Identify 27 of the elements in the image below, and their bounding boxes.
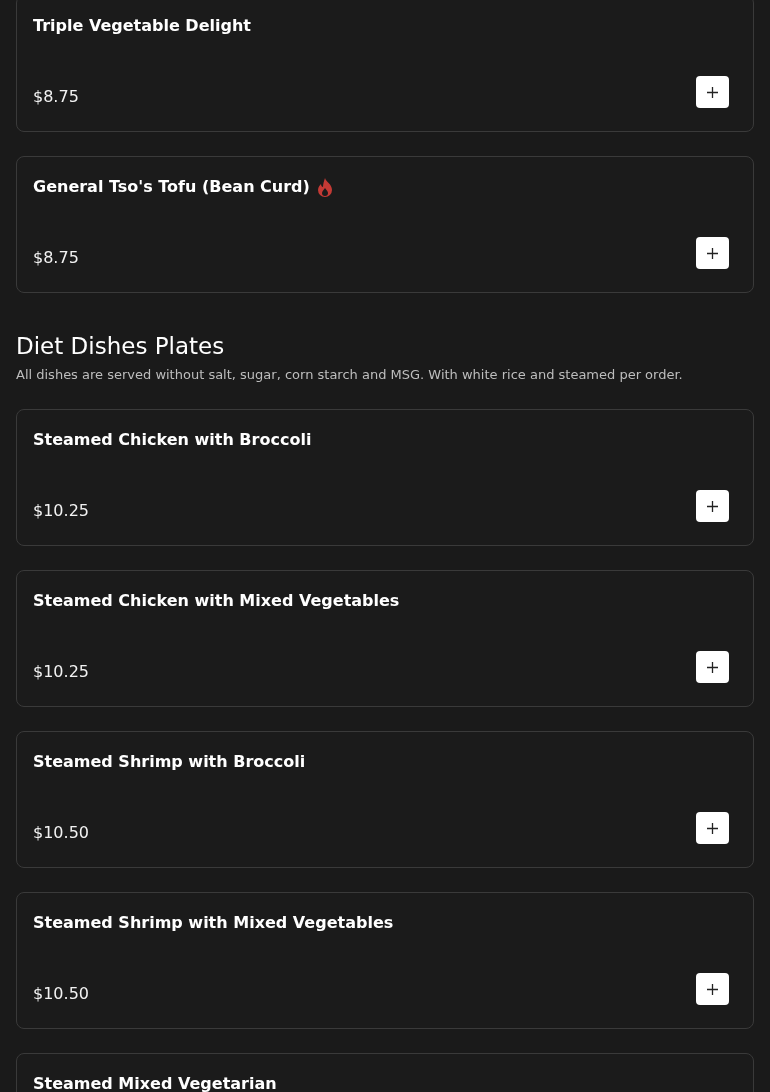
dish-name: Steamed Chicken with Mixed Vegetables: [33, 590, 400, 612]
dish-name: Steamed Mixed Vegetarian: [33, 1073, 277, 1092]
add-button[interactable]: [696, 812, 729, 844]
price: $10.25: [33, 500, 89, 522]
add-button[interactable]: [696, 76, 729, 108]
plus-icon: [707, 86, 718, 98]
price: $10.25: [33, 661, 89, 683]
section-description: All dishes are served without salt, sugar, corn starch and MSG. With white rice and steamed per order.: [16, 366, 684, 384]
dish-name: Steamed Shrimp with Mixed Vegetables: [33, 912, 394, 934]
dish-name: Steamed Chicken with Broccoli: [33, 429, 312, 451]
add-button[interactable]: [696, 490, 729, 522]
price: $10.50: [33, 983, 89, 1005]
dish-name: General Tso's Tofu (Bean Curd): [33, 176, 310, 198]
dish-name: Triple Vegetable Delight: [33, 15, 251, 37]
plus-icon: [707, 247, 718, 259]
price: $8.75: [33, 86, 79, 108]
price: $8.75: [33, 247, 79, 269]
plus-icon: [707, 661, 718, 673]
price: $10.50: [33, 822, 89, 844]
section-title: Diet Dishes Plates: [16, 332, 226, 361]
add-button[interactable]: [696, 237, 729, 269]
dish-name: Steamed Shrimp with Broccoli: [33, 751, 306, 773]
plus-icon: [707, 500, 718, 512]
plus-icon: [707, 822, 718, 834]
add-button[interactable]: [696, 973, 729, 1005]
add-button[interactable]: [696, 651, 729, 683]
plus-icon: [707, 983, 718, 995]
